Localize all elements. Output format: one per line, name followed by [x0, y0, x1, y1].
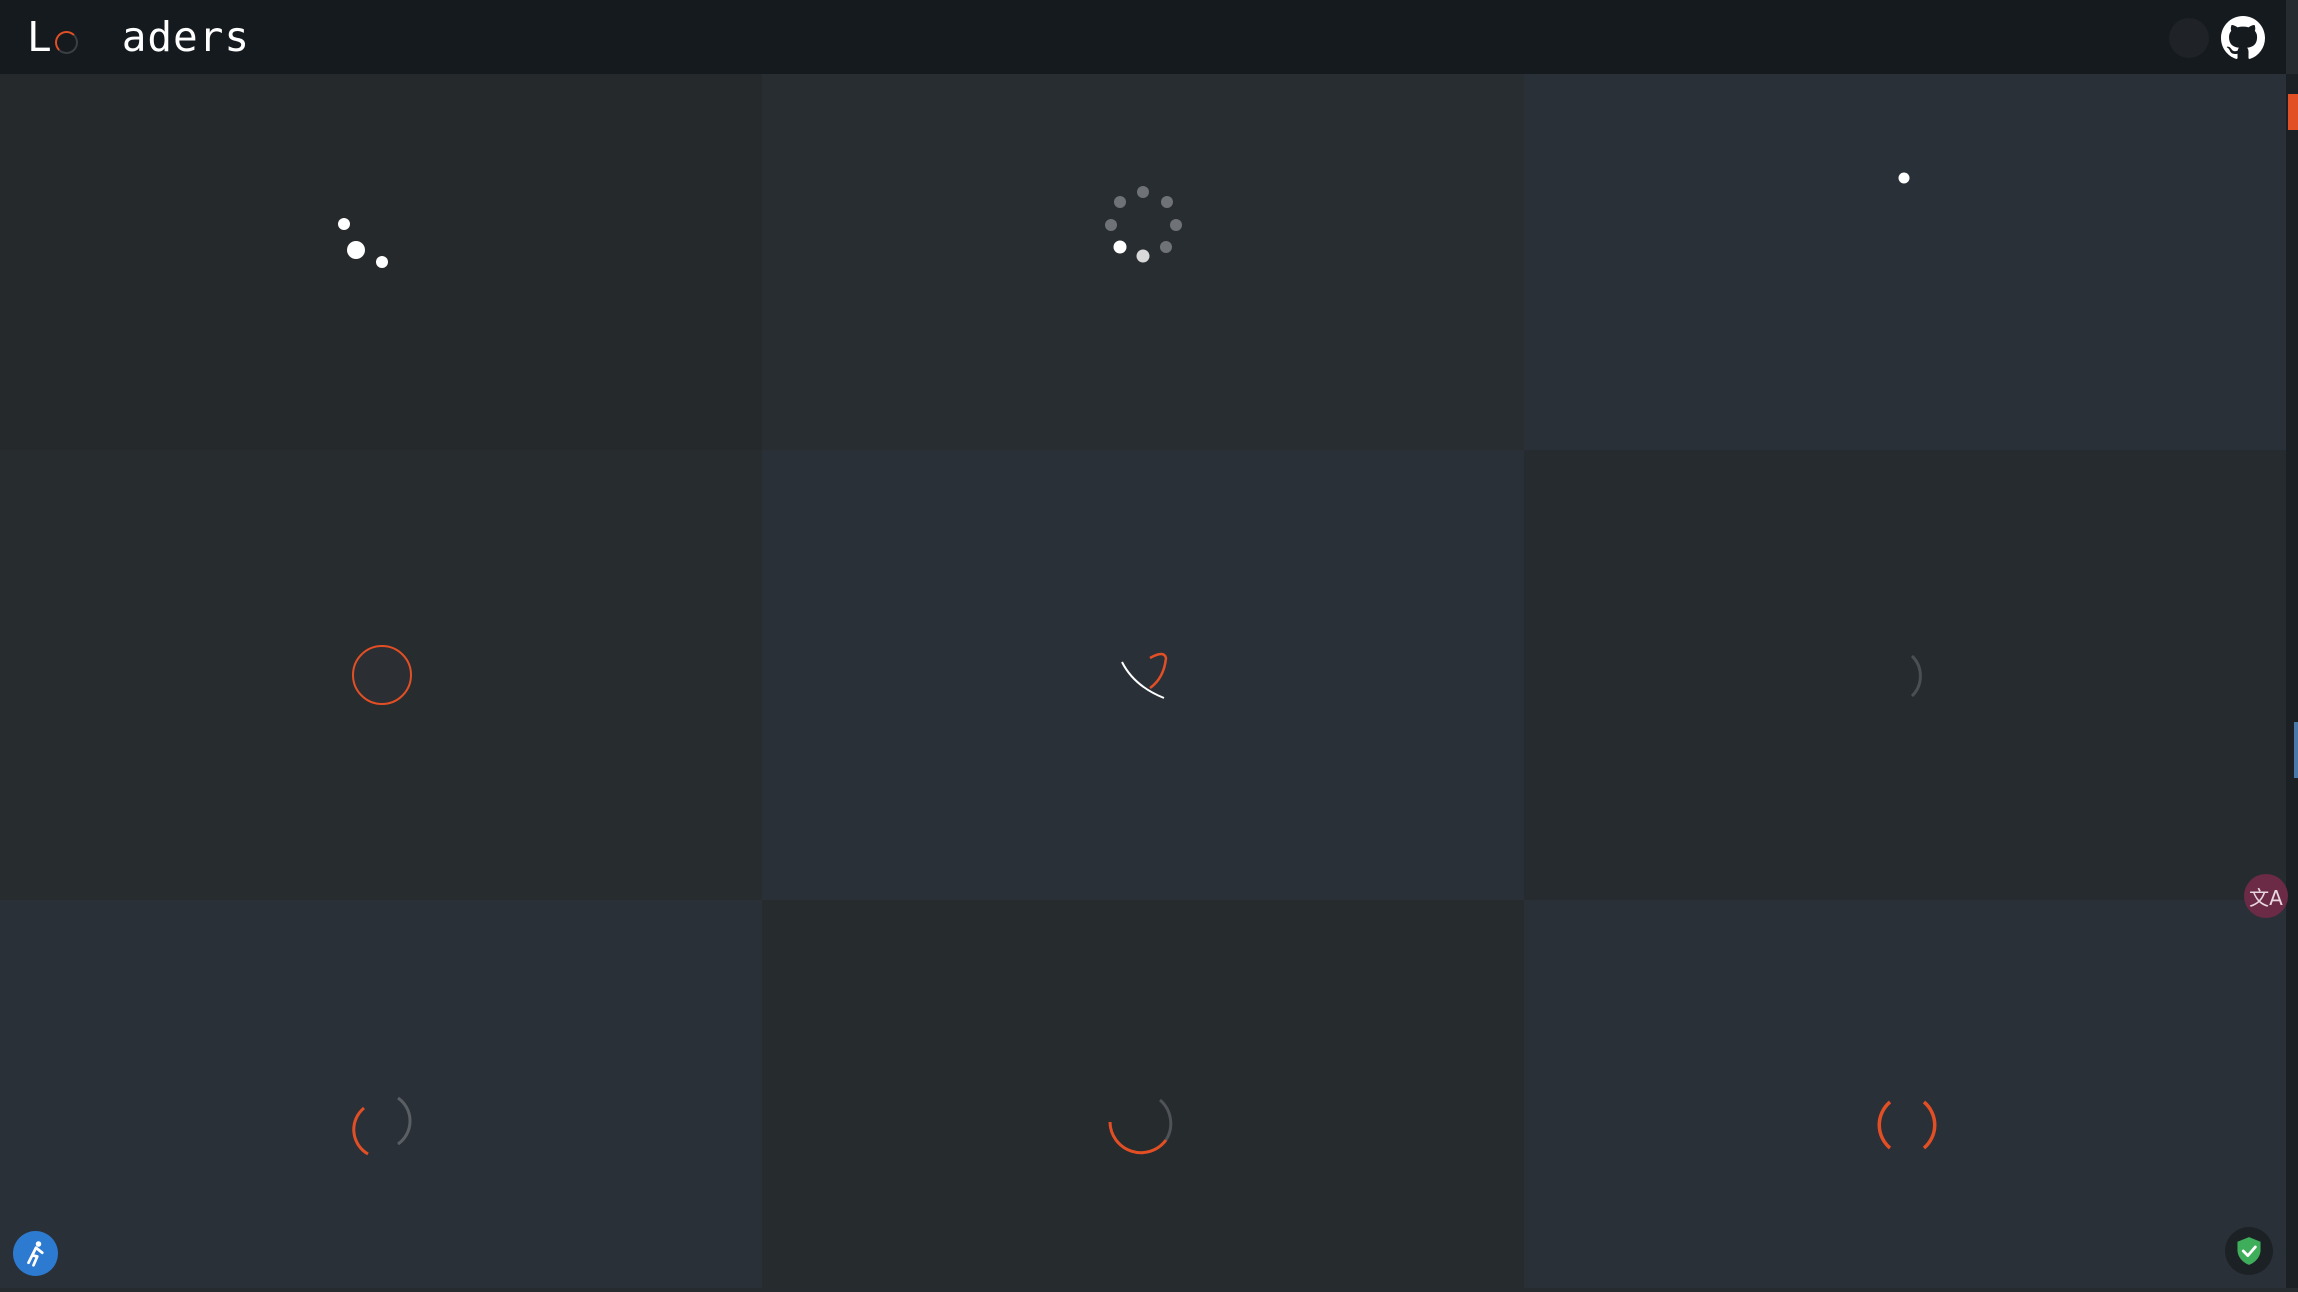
loader-grid: [0, 74, 2286, 1288]
faint-arc-icon: [1910, 654, 1922, 698]
logo-text: aders: [121, 13, 251, 61]
loader-cell-faint-arc[interactable]: [1524, 450, 2286, 900]
loader-cell-single-dot[interactable]: [1524, 74, 2286, 450]
spinner-arc-icon: [1108, 1098, 1173, 1155]
shield-check-icon: [2237, 1237, 2261, 1265]
bouncing-dots-icon: [338, 218, 388, 268]
site-logo[interactable]: Laders: [27, 13, 250, 61]
loader-cell-bracket-arcs[interactable]: [1524, 900, 2286, 1288]
loader-cell-dot-ring[interactable]: [762, 74, 1524, 450]
logo-letter: L: [27, 13, 53, 61]
single-dot-icon: [1898, 172, 1910, 184]
accessibility-button[interactable]: [13, 1231, 58, 1276]
swoosh-icon: [1121, 652, 1168, 699]
top-bar: Laders: [0, 0, 2286, 74]
logo-ring-icon: [54, 30, 78, 54]
loader-cell-ring[interactable]: [0, 450, 762, 900]
translate-icon: 文A: [2249, 885, 2283, 910]
loader-cell-swoosh[interactable]: [762, 450, 1524, 900]
loader-cell-bouncing-dots[interactable]: [0, 74, 762, 450]
ring-icon: [352, 645, 412, 705]
top-actions: [2169, 16, 2265, 60]
scrollbar-thumb[interactable]: [2288, 94, 2298, 130]
security-shield-button[interactable]: [2225, 1227, 2273, 1275]
loader-cell-spinner-arc[interactable]: [762, 900, 1524, 1288]
theme-toggle-button[interactable]: [2169, 18, 2209, 58]
accessibility-icon: [26, 1240, 44, 1267]
scroll-position-marker: [2294, 722, 2298, 778]
bracket-arcs-icon: [1877, 1100, 1937, 1150]
scrollbar[interactable]: [2286, 74, 2298, 1288]
dot-ring-icon: [1105, 186, 1182, 263]
translate-button[interactable]: 文A: [2244, 874, 2288, 918]
github-icon[interactable]: [2221, 16, 2265, 60]
dual-arc-icon: [352, 1096, 412, 1156]
loader-cell-dual-arc[interactable]: [0, 900, 762, 1288]
